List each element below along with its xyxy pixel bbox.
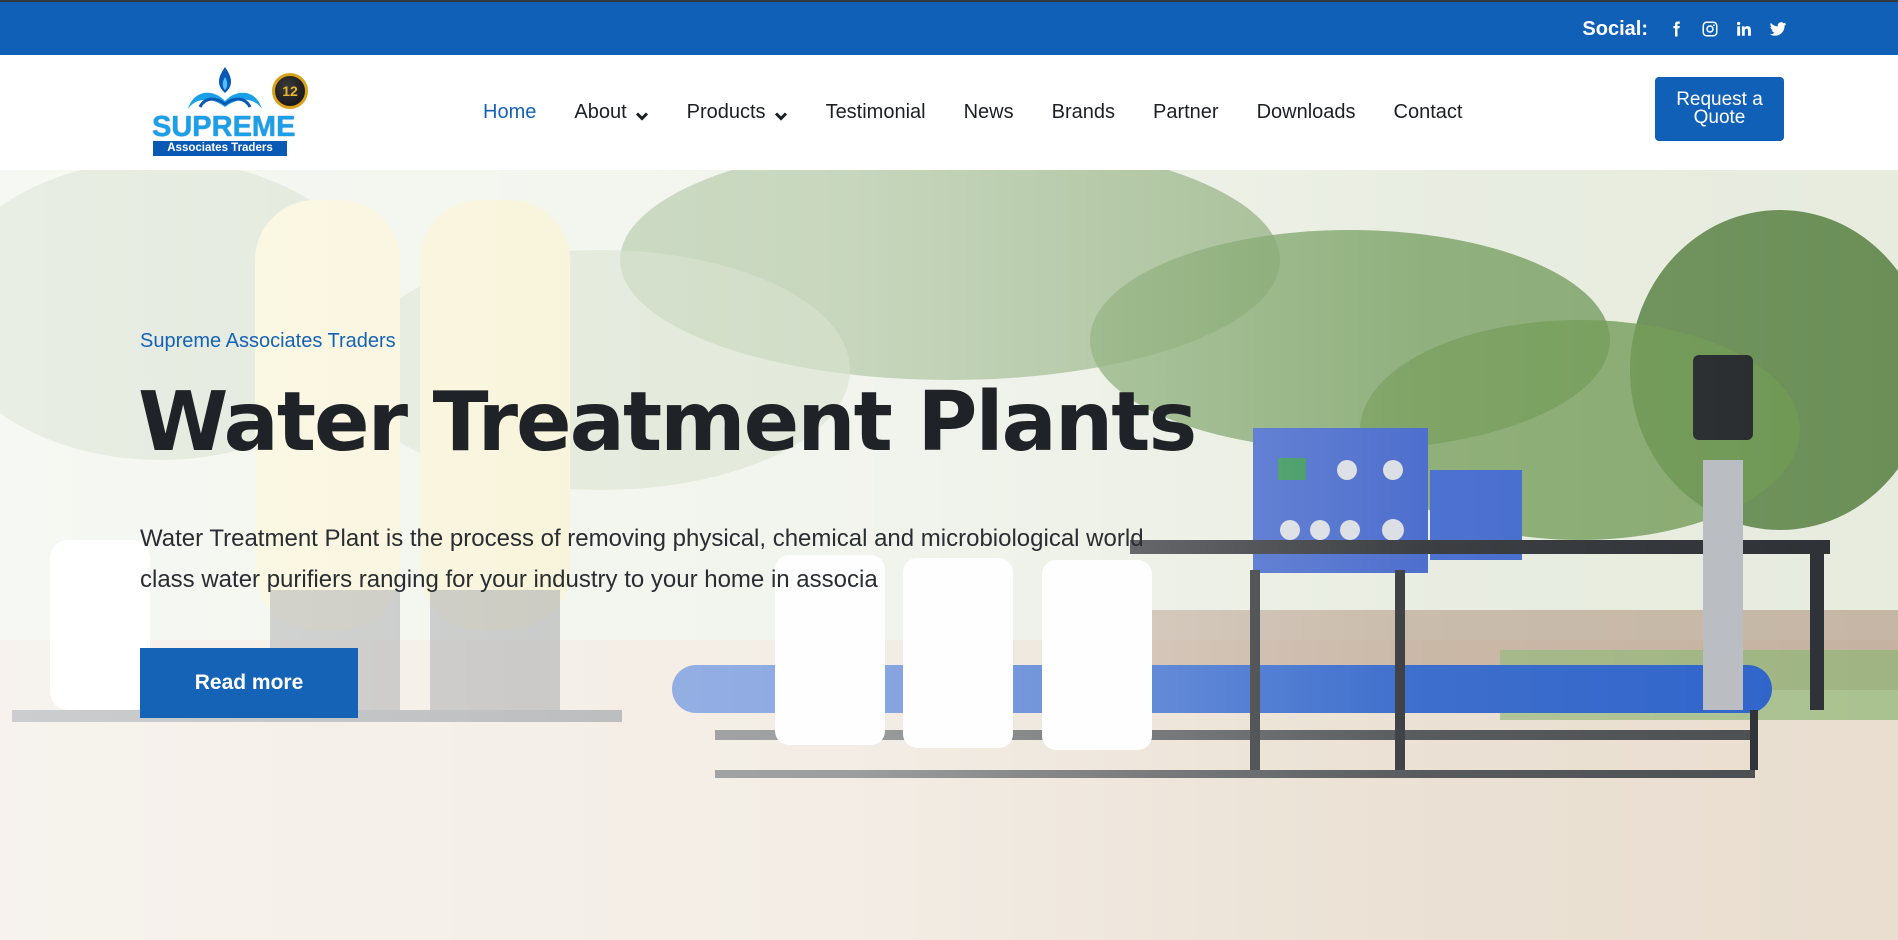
hero-description: Water Treatment Plant is the process of …: [140, 525, 1144, 593]
hero-eyebrow: Supreme Associates Traders: [140, 330, 396, 352]
logo-emblem-icon: [188, 67, 262, 109]
social-links: Social:: [1582, 14, 1788, 44]
chevron-down-icon: [774, 106, 788, 121]
anniversary-badge: 12: [272, 73, 308, 109]
nav-news[interactable]: News: [964, 101, 1014, 124]
instagram-icon[interactable]: [1700, 19, 1720, 39]
main-nav: Home About Products Testimonial News Bra…: [483, 55, 1500, 170]
twitter-icon[interactable]: [1768, 19, 1788, 39]
nav-about[interactable]: About: [574, 101, 648, 124]
hero-title: Water Treatment Plants: [138, 375, 1197, 470]
nav-brands[interactable]: Brands: [1052, 101, 1115, 124]
logo-wordmark: SUPREME: [152, 111, 296, 143]
hero-banner: Supreme Associates Traders Water Treatme…: [0, 170, 1898, 940]
nav-contact[interactable]: Contact: [1394, 101, 1463, 124]
chevron-down-icon: [635, 106, 649, 121]
request-quote-button[interactable]: Request a Quote: [1655, 77, 1784, 141]
nav-home[interactable]: Home: [483, 101, 536, 124]
site-logo[interactable]: SUPREME Associates Traders 12: [150, 63, 320, 158]
linkedin-icon[interactable]: [1734, 19, 1754, 39]
top-bar: Social:: [0, 0, 1898, 55]
nav-testimonial[interactable]: Testimonial: [826, 101, 926, 124]
nav-downloads[interactable]: Downloads: [1257, 101, 1356, 124]
main-header: SUPREME Associates Traders 12 Home About…: [0, 55, 1898, 170]
nav-partner[interactable]: Partner: [1153, 101, 1219, 124]
facebook-icon[interactable]: [1666, 19, 1686, 39]
logo-tagline: Associates Traders: [153, 141, 287, 156]
read-more-button[interactable]: Read more: [140, 648, 358, 718]
nav-products[interactable]: Products: [687, 101, 788, 124]
social-label: Social:: [1582, 17, 1648, 40]
